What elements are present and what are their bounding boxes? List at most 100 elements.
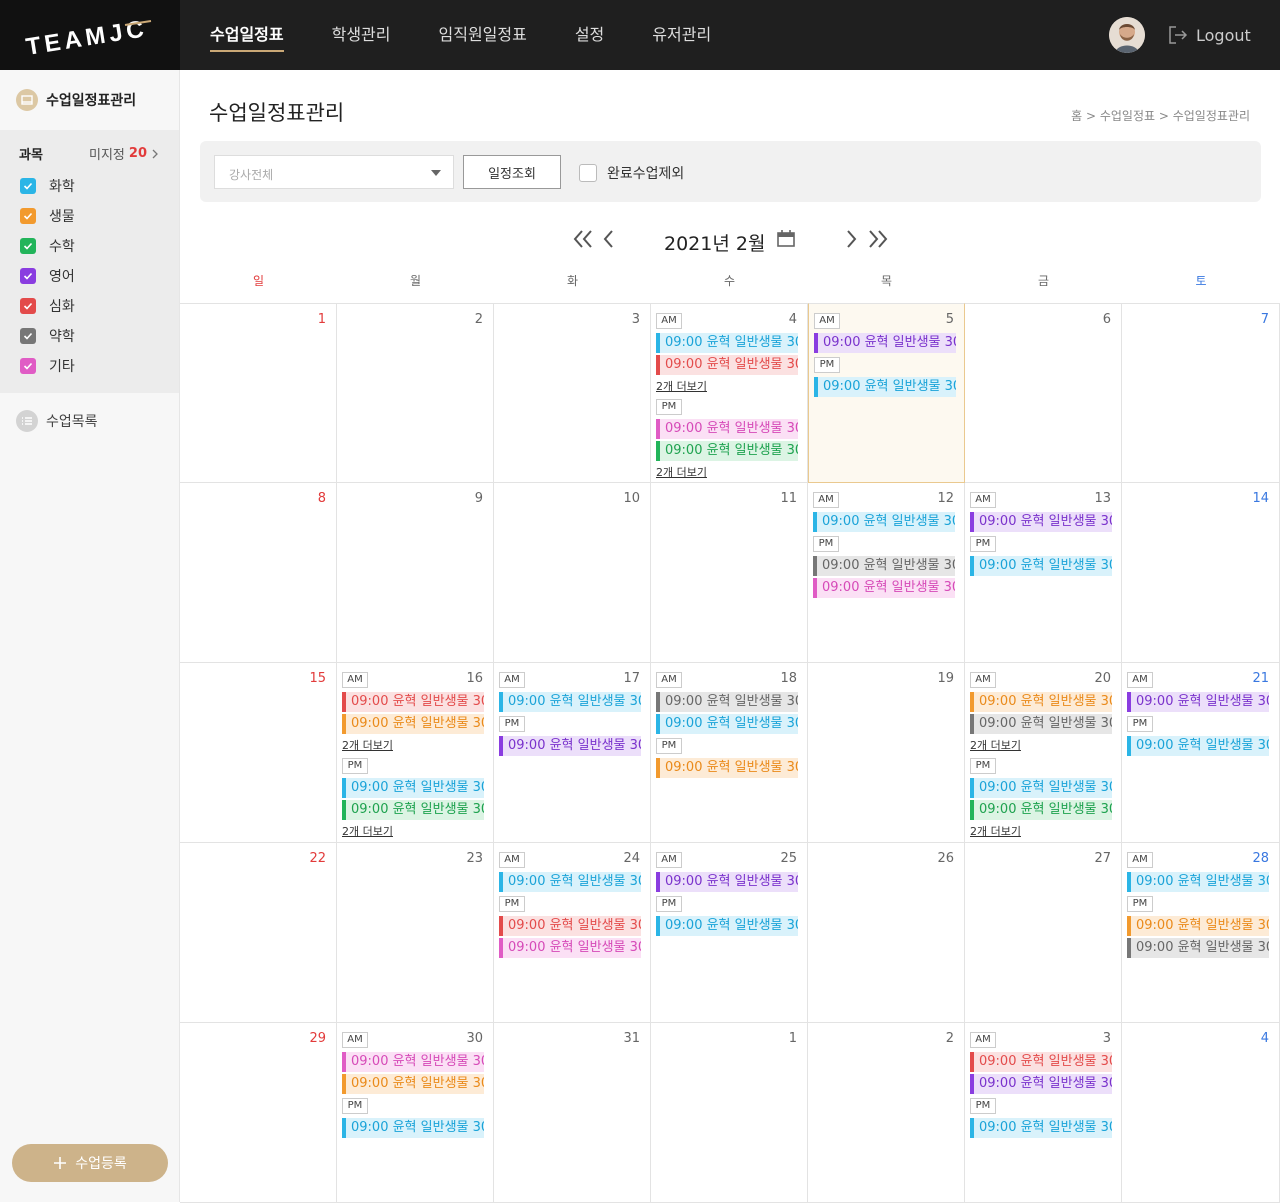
calendar-picker-icon[interactable] <box>776 229 796 249</box>
instructor-select[interactable]: 강사전체 <box>214 155 454 189</box>
sidebar-item-schedule-manage[interactable]: 수업일정표관리 <box>0 70 179 130</box>
schedule-event[interactable]: 09:00 윤혁 일반생물 305 <box>656 333 798 353</box>
nav-schedule[interactable]: 수업일정표 <box>210 0 284 70</box>
calendar-day-cell[interactable]: 6 <box>965 303 1122 483</box>
schedule-event[interactable]: 09:00 윤혁 일반생물 305 <box>656 714 798 734</box>
calendar-day-cell[interactable]: 3 AM 09:00 윤혁 일반생물 305 09:00 윤혁 일반생물 305 PM 0… <box>965 1023 1122 1203</box>
schedule-event[interactable]: 09:00 윤혁 일반생물 305 <box>1127 916 1269 936</box>
subject-item[interactable]: 심화 <box>0 291 179 321</box>
calendar-day-cell[interactable]: 1 <box>651 1023 808 1203</box>
nav-students[interactable]: 학생관리 <box>332 0 391 70</box>
schedule-event[interactable]: 09:00 윤혁 일반생물 305 <box>813 512 955 532</box>
schedule-event[interactable]: 09:00 윤혁 일반생물 305 <box>499 872 641 892</box>
checkbox-checked-icon[interactable] <box>20 358 36 374</box>
schedule-event[interactable]: 09:00 윤혁 일반생물 305 <box>656 355 798 375</box>
unassigned-link[interactable]: 미지정 20 <box>89 144 161 163</box>
schedule-event[interactable]: 09:00 윤혁 일반생물 305 <box>499 938 641 958</box>
register-class-button[interactable]: 수업등록 <box>12 1144 168 1182</box>
logout-button[interactable]: Logout <box>1168 0 1251 70</box>
subject-item[interactable]: 화학 <box>0 171 179 201</box>
schedule-event[interactable]: 09:00 윤혁 일반생물 305 <box>656 758 798 778</box>
sidebar-item-class-list[interactable]: 수업목록 <box>0 393 179 449</box>
more-events-link[interactable]: 2개 더보기 <box>970 823 1021 839</box>
calendar-day-cell[interactable]: 15 <box>180 663 337 843</box>
schedule-event[interactable]: 09:00 윤혁 일반생물 305 <box>342 1052 484 1072</box>
schedule-event[interactable]: 09:00 윤혁 일반생물 305 <box>342 714 484 734</box>
schedule-event[interactable]: 09:00 윤혁 일반생물 305 <box>342 1118 484 1138</box>
checkbox-checked-icon[interactable] <box>20 328 36 344</box>
schedule-event[interactable]: 09:00 윤혁 일반생물 305 <box>1127 692 1269 712</box>
schedule-event[interactable]: 09:00 윤혁 일반생물 305 <box>656 916 798 936</box>
schedule-event[interactable]: 09:00 윤혁 일반생물 305 <box>499 736 641 756</box>
schedule-event[interactable]: 09:00 윤혁 일반생물 305 <box>970 1074 1112 1094</box>
calendar-day-cell[interactable]: 17 AM 09:00 윤혁 일반생물 305 PM 09:00 윤혁 일반생물 305 <box>494 663 651 843</box>
calendar-day-cell[interactable]: 27 <box>965 843 1122 1023</box>
calendar-day-cell[interactable]: 24 AM 09:00 윤혁 일반생물 305 PM 09:00 윤혁 일반생물 305… <box>494 843 651 1023</box>
more-events-link[interactable]: 2개 더보기 <box>970 737 1021 753</box>
calendar-day-cell[interactable]: 12 AM 09:00 윤혁 일반생물 305 PM 09:00 윤혁 일반생물 305… <box>808 483 965 663</box>
prev-year-icon[interactable] <box>572 227 594 251</box>
calendar-day-cell[interactable]: 7 <box>1122 303 1280 483</box>
calendar-day-cell[interactable]: 20 AM 09:00 윤혁 일반생물 305 09:00 윤혁 일반생물 305 2개… <box>965 663 1122 843</box>
checkbox-checked-icon[interactable] <box>20 238 36 254</box>
schedule-event[interactable]: 09:00 윤혁 일반생물 305 <box>342 800 484 820</box>
logo[interactable]: TEAMJC <box>0 0 180 70</box>
calendar-day-cell[interactable]: 2 <box>337 303 494 483</box>
calendar-day-cell[interactable]: 8 <box>180 483 337 663</box>
calendar-day-cell[interactable]: 23 <box>337 843 494 1023</box>
calendar-day-cell[interactable]: 9 <box>337 483 494 663</box>
calendar-day-cell[interactable]: 22 <box>180 843 337 1023</box>
calendar-day-cell[interactable]: 19 <box>808 663 965 843</box>
schedule-event[interactable]: 09:00 윤혁 일반생물 305 <box>970 778 1112 798</box>
schedule-event[interactable]: 09:00 윤혁 일반생물 305 <box>499 692 641 712</box>
schedule-event[interactable]: 09:00 윤혁 일반생물 305 <box>970 1118 1112 1138</box>
more-events-link[interactable]: 2개 더보기 <box>656 464 707 480</box>
schedule-event[interactable]: 09:00 윤혁 일반생물 305 <box>814 333 956 353</box>
calendar-day-cell[interactable]: 28 AM 09:00 윤혁 일반생물 305 PM 09:00 윤혁 일반생물 305… <box>1122 843 1280 1023</box>
calendar-day-cell[interactable]: 31 <box>494 1023 651 1203</box>
subject-item[interactable]: 수학 <box>0 231 179 261</box>
schedule-event[interactable]: 09:00 윤혁 일반생물 305 <box>970 714 1112 734</box>
calendar-day-cell[interactable]: 26 <box>808 843 965 1023</box>
calendar-day-cell[interactable]: 2 <box>808 1023 965 1203</box>
more-events-link[interactable]: 2개 더보기 <box>342 823 393 839</box>
schedule-event[interactable]: 09:00 윤혁 일반생물 305 <box>813 556 955 576</box>
nav-users[interactable]: 유저관리 <box>652 0 711 70</box>
calendar-day-cell[interactable]: 10 <box>494 483 651 663</box>
calendar-day-cell[interactable]: 3 <box>494 303 651 483</box>
calendar-day-cell[interactable]: 11 <box>651 483 808 663</box>
schedule-event[interactable]: 09:00 윤혁 일반생물 305 <box>656 419 798 439</box>
next-month-icon[interactable] <box>844 227 858 251</box>
calendar-day-cell[interactable]: 30 AM 09:00 윤혁 일반생물 305 09:00 윤혁 일반생물 305 PM… <box>337 1023 494 1203</box>
calendar-day-cell[interactable]: 5 AM 09:00 윤혁 일반생물 305 PM 09:00 윤혁 일반생물 305 <box>808 303 965 483</box>
schedule-event[interactable]: 09:00 윤혁 일반생물 305 <box>970 1052 1112 1072</box>
schedule-event[interactable]: 09:00 윤혁 일반생물 305 <box>342 692 484 712</box>
avatar[interactable] <box>1109 17 1145 53</box>
query-button[interactable]: 일정조회 <box>463 155 561 189</box>
nav-staff-schedule[interactable]: 임직원일정표 <box>439 0 527 70</box>
checkbox-checked-icon[interactable] <box>20 208 36 224</box>
subject-item[interactable]: 영어 <box>0 261 179 291</box>
checkbox-checked-icon[interactable] <box>20 298 36 314</box>
calendar-day-cell[interactable]: 1 <box>180 303 337 483</box>
nav-settings[interactable]: 설정 <box>575 0 604 70</box>
subject-item[interactable]: 기타 <box>0 351 179 381</box>
schedule-event[interactable]: 09:00 윤혁 일반생물 305 <box>970 692 1112 712</box>
schedule-event[interactable]: 09:00 윤혁 일반생물 305 <box>970 556 1112 576</box>
calendar-day-cell[interactable]: 18 AM 09:00 윤혁 일반생물 305 09:00 윤혁 일반생물 305 PM… <box>651 663 808 843</box>
subject-item[interactable]: 생물 <box>0 201 179 231</box>
schedule-event[interactable]: 09:00 윤혁 일반생물 305 <box>1127 938 1269 958</box>
calendar-day-cell[interactable]: 21 AM 09:00 윤혁 일반생물 305 PM 09:00 윤혁 일반생물 305 <box>1122 663 1280 843</box>
schedule-event[interactable]: 09:00 윤혁 일반생물 305 <box>499 916 641 936</box>
checkbox-checked-icon[interactable] <box>20 178 36 194</box>
schedule-event[interactable]: 09:00 윤혁 일반생물 305 <box>970 800 1112 820</box>
schedule-event[interactable]: 09:00 윤혁 일반생물 305 <box>1127 736 1269 756</box>
calendar-day-cell[interactable]: 29 <box>180 1023 337 1203</box>
checkbox-checked-icon[interactable] <box>20 268 36 284</box>
schedule-event[interactable]: 09:00 윤혁 일반생물 305 <box>656 692 798 712</box>
schedule-event[interactable]: 09:00 윤혁 일반생물 305 <box>970 512 1112 532</box>
schedule-event[interactable]: 09:00 윤혁 일반생물 305 <box>814 377 956 397</box>
calendar-day-cell[interactable]: 4 AM 09:00 윤혁 일반생물 305 09:00 윤혁 일반생물 305 2개 … <box>651 303 808 483</box>
subject-item[interactable]: 약학 <box>0 321 179 351</box>
schedule-event[interactable]: 09:00 윤혁 일반생물 305 <box>342 778 484 798</box>
